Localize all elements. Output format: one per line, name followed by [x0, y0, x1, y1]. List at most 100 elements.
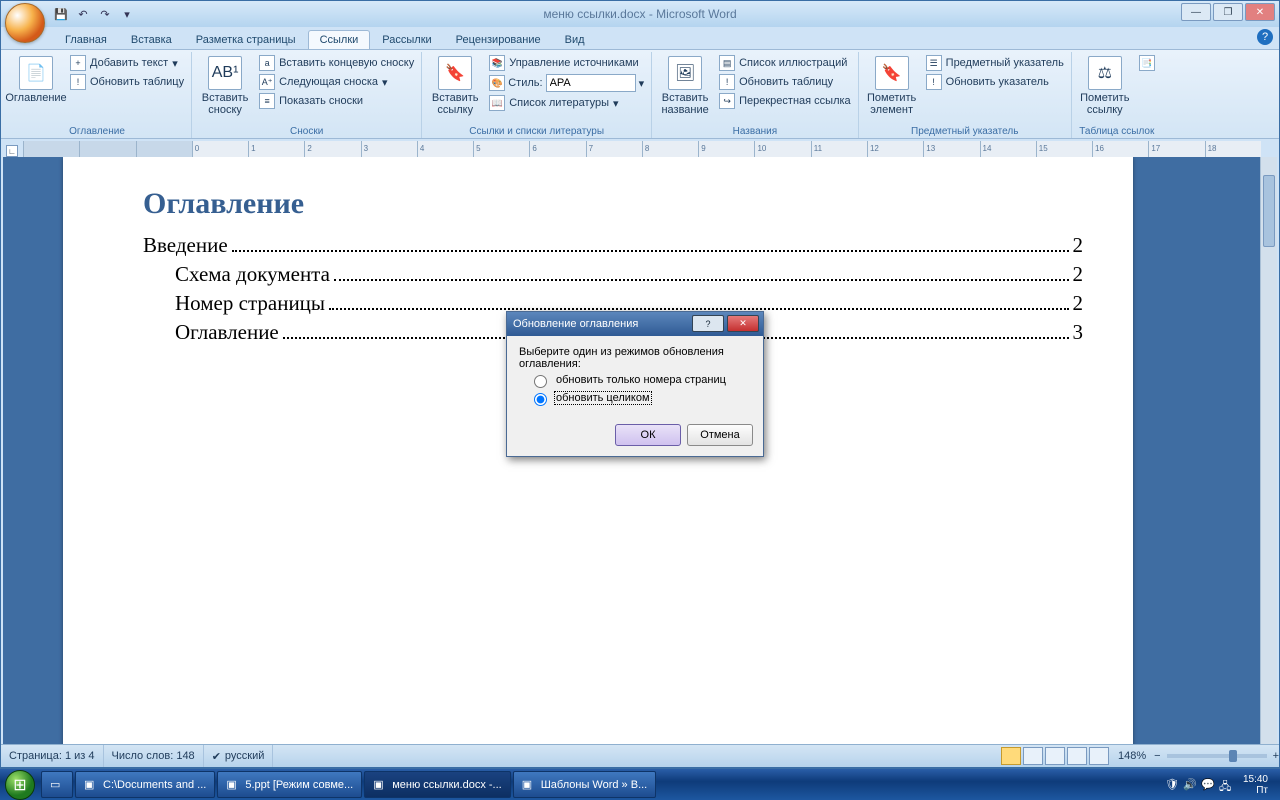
dialog-titlebar[interactable]: Обновление оглавления ? ✕ — [507, 312, 763, 336]
zoom-in-button[interactable]: + — [1273, 750, 1279, 762]
option-entire-label: обновить целиком — [555, 392, 651, 404]
next-footnote-button[interactable]: A⁺Следующая сноска ▾ — [256, 73, 417, 91]
tray-icon[interactable]: 🔊 — [1183, 778, 1197, 792]
view-outline[interactable] — [1067, 747, 1087, 765]
dialog-body: Выберите один из режимов обновления огла… — [507, 336, 763, 418]
mark-citation-label: Пометить ссылку — [1078, 92, 1132, 116]
insert-citation-button[interactable]: 🔖 Вставить ссылку — [426, 54, 484, 122]
qat-dropdown-icon[interactable]: ▾ — [119, 6, 135, 22]
update-figures-icon: ! — [719, 74, 735, 90]
toc-button[interactable]: 📄 Оглавление — [7, 54, 65, 122]
view-web[interactable] — [1045, 747, 1065, 765]
toc-entry[interactable]: Введение2 — [143, 233, 1083, 258]
manage-sources-icon: 📚 — [489, 55, 505, 71]
redo-icon[interactable]: ↷ — [97, 6, 113, 22]
tab-mailings[interactable]: Рассылки — [370, 30, 443, 49]
group-index: 🔖 Пометить элемент ☰ Предметный указатель… — [859, 52, 1072, 138]
option-page-numbers[interactable]: обновить только номера страниц — [529, 372, 751, 388]
add-text-button[interactable]: +Добавить текст ▾ — [67, 54, 187, 72]
tray-icon[interactable]: 🛡 — [1165, 778, 1179, 792]
bibliography-icon: 📖 — [489, 95, 505, 111]
tab-layout[interactable]: Разметка страницы — [184, 30, 308, 49]
group-footnotes: AB¹ Вставить сноску aВставить концевую с… — [192, 52, 422, 138]
close-button[interactable]: ✕ — [1245, 3, 1275, 21]
taskbar-item-label: 5.ppt [Режим совме... — [245, 779, 353, 791]
view-draft[interactable] — [1089, 747, 1109, 765]
save-icon[interactable]: 💾 — [53, 6, 69, 22]
zoom-slider[interactable] — [1167, 754, 1267, 758]
office-button[interactable] — [5, 3, 45, 43]
tab-view[interactable]: Вид — [553, 30, 597, 49]
ok-button[interactable]: ОК — [615, 424, 681, 446]
style-select[interactable] — [546, 74, 636, 92]
status-lang[interactable]: ✔русский — [204, 745, 274, 767]
mark-entry-button[interactable]: 🔖 Пометить элемент — [863, 54, 921, 122]
taskbar-item[interactable]: ▣меню ссылки.docx -... — [364, 771, 511, 798]
cancel-button[interactable]: Отмена — [687, 424, 753, 446]
update-figures-button[interactable]: !Обновить таблицу — [716, 73, 854, 91]
taskbar-item-label: C:\Documents and ... — [103, 779, 206, 791]
insert-footnote-button[interactable]: AB¹ Вставить сноску — [196, 54, 254, 122]
minimize-button[interactable]: — — [1181, 3, 1211, 21]
tab-references[interactable]: Ссылки — [308, 30, 371, 49]
authorities-extra-button[interactable]: 📑 — [1136, 54, 1158, 72]
toc-entry[interactable]: Схема документа2 — [143, 262, 1083, 287]
update-index-button[interactable]: !Обновить указатель — [923, 73, 1067, 91]
help-icon[interactable]: ? — [1257, 29, 1273, 45]
insert-caption-button[interactable]: 🖼 Вставить название — [656, 54, 714, 122]
insert-index-button[interactable]: ☰ Предметный указатель — [923, 54, 1067, 72]
radio-entire[interactable] — [534, 393, 547, 406]
window-title: меню ссылки.docx - Microsoft Word — [1, 7, 1279, 21]
scrollbar-thumb[interactable] — [1263, 175, 1275, 247]
taskbar-item[interactable]: ▣ 5.ppt [Режим совме... — [217, 771, 362, 798]
maximize-button[interactable]: ❐ — [1213, 3, 1243, 21]
show-footnotes-button[interactable]: ≡Показать сноски — [256, 92, 417, 110]
zoom-slider-handle[interactable] — [1229, 750, 1237, 762]
taskbar-item[interactable]: ▣C:\Documents and ... — [75, 771, 215, 798]
radio-page-numbers[interactable] — [534, 375, 547, 388]
option-page-numbers-label: обновить только номера страниц — [555, 374, 727, 386]
taskbar-item[interactable]: ▣Шаблоны Word » В... — [513, 771, 657, 798]
tray-icon[interactable]: 🖧 — [1219, 778, 1233, 792]
view-full-screen[interactable] — [1023, 747, 1043, 765]
dialog-title: Обновление оглавления — [513, 318, 638, 330]
start-button[interactable]: ⊞ — [0, 769, 40, 800]
dialog-close-button[interactable]: ✕ — [727, 315, 759, 332]
insert-footnote-label: Вставить сноску — [198, 92, 252, 116]
status-page[interactable]: Страница: 1 из 4 — [1, 745, 104, 767]
insert-endnote-button[interactable]: aВставить концевую сноску — [256, 54, 417, 72]
dialog-help-button[interactable]: ? — [692, 315, 724, 332]
xref-label: Перекрестная ссылка — [739, 95, 851, 107]
tab-selector[interactable]: ∟ — [6, 145, 18, 157]
zoom-out-button[interactable]: − — [1154, 750, 1160, 762]
status-words[interactable]: Число слов: 148 — [104, 745, 204, 767]
update-toc-button[interactable]: !Обновить таблицу — [67, 73, 187, 91]
tray-icon[interactable]: 💬 — [1201, 778, 1215, 792]
group-toc: 📄 Оглавление +Добавить текст ▾ !Обновить… — [3, 52, 192, 138]
bibliography-label: Список литературы — [509, 97, 609, 109]
cross-reference-button[interactable]: ↪Перекрестная ссылка — [716, 92, 854, 110]
chevron-down-icon[interactable]: ▾ — [639, 77, 645, 90]
option-entire[interactable]: обновить целиком — [529, 390, 751, 406]
update-toc-label: Обновить таблицу — [90, 76, 184, 88]
app-icon: ▣ — [226, 778, 240, 792]
bibliography-button[interactable]: 📖Список литературы ▾ — [486, 94, 647, 112]
tab-insert[interactable]: Вставка — [119, 30, 184, 49]
mark-citation-button[interactable]: ⚖ Пометить ссылку — [1076, 54, 1134, 122]
zoom-level[interactable]: 148% — [1110, 750, 1154, 762]
view-print-layout[interactable] — [1001, 747, 1021, 765]
taskbar-clock[interactable]: 15:40 Пт — [1237, 774, 1274, 796]
quick-launch[interactable]: ▭ — [41, 771, 73, 798]
table-of-figures-button[interactable]: ▤Список иллюстраций — [716, 54, 854, 72]
insert-caption-label: Вставить название — [658, 92, 712, 116]
toc-entry-page: 2 — [1073, 291, 1084, 316]
undo-icon[interactable]: ↶ — [75, 6, 91, 22]
tab-review[interactable]: Рецензирование — [444, 30, 553, 49]
index-label: Предметный указатель — [946, 57, 1064, 69]
vertical-scrollbar[interactable] — [1260, 157, 1277, 745]
group-footnotes-label: Сноски — [192, 126, 421, 137]
taskbar-item-label: Шаблоны Word » В... — [541, 779, 648, 791]
tab-home[interactable]: Главная — [53, 30, 119, 49]
index-icon: ☰ — [926, 55, 942, 71]
manage-sources-button[interactable]: 📚Управление источниками — [486, 54, 647, 72]
